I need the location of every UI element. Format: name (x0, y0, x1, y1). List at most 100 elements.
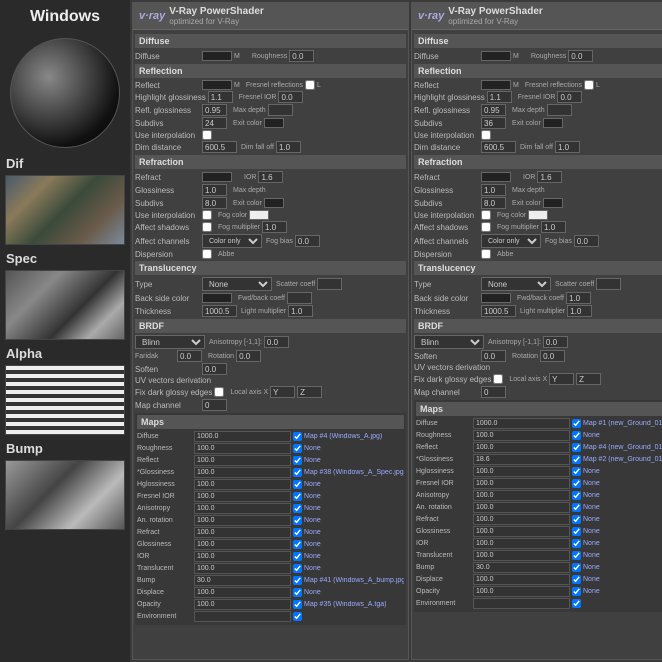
panel2-localaxis-input[interactable] (549, 373, 574, 385)
panel1-soften-input[interactable] (202, 363, 227, 375)
map-val-7[interactable] (194, 515, 291, 526)
panel1-diffuse-swatch[interactable] (202, 51, 232, 61)
panel2-maxdepth-input[interactable] (547, 104, 572, 116)
p2-map-val-2[interactable] (473, 442, 570, 453)
panel2-exitcolor-swatch[interactable] (543, 118, 563, 128)
panel1-roughness-input[interactable] (289, 50, 314, 62)
panel1-fresnel-check[interactable] (305, 80, 315, 90)
map-check-12[interactable] (293, 576, 302, 585)
panel2-fresnelior-input[interactable] (557, 91, 582, 103)
panel2-scattercoeff-input[interactable] (596, 278, 621, 290)
map-check-0[interactable] (293, 432, 302, 441)
map-check-7[interactable] (293, 516, 302, 525)
panel1-brdf-section[interactable]: BRDF (135, 319, 406, 333)
panel2-transtype-select[interactable]: None (481, 277, 551, 291)
panel2-dimdist-input[interactable] (481, 141, 516, 153)
panel1-mapchan-input[interactable] (202, 399, 227, 411)
panel1-lightmult-input[interactable] (288, 305, 313, 317)
panel2-useinterp-check[interactable] (481, 130, 491, 140)
map-val-13[interactable] (194, 587, 291, 598)
panel2-mapchan-input[interactable] (481, 386, 506, 398)
map-val-10[interactable] (194, 551, 291, 562)
panel2-affectshadow-check[interactable] (481, 222, 491, 232)
panel2-roughness-input[interactable] (568, 50, 593, 62)
panel1-reflect-swatch[interactable] (202, 80, 232, 90)
p2-map-check-9[interactable] (572, 527, 581, 536)
panel1-ior-input[interactable] (258, 171, 283, 183)
p2-map-val-9[interactable] (473, 526, 570, 537)
map-val-12[interactable] (194, 575, 291, 586)
p2-map-val-3[interactable] (473, 454, 570, 465)
panel1-reflgloss-input[interactable] (202, 104, 227, 116)
map-check-3[interactable] (293, 468, 302, 477)
panel1-refractsubdivs-input[interactable] (202, 197, 227, 209)
panel1-affectchan-select[interactable]: Color only (202, 234, 262, 248)
map-check-14[interactable] (293, 600, 302, 609)
panel1-fixedges-check[interactable] (214, 387, 224, 397)
panel1-fogcolor-swatch[interactable] (249, 210, 269, 220)
map-val-15[interactable] (194, 611, 291, 622)
panel1-fogmult-input[interactable] (262, 221, 287, 233)
panel2-diffuse-section[interactable]: Diffuse (414, 34, 662, 48)
panel2-fogcolor-swatch[interactable] (528, 210, 548, 220)
panel2-hlgloss-input[interactable] (487, 91, 512, 103)
panel1-body[interactable]: Diffuse Diffuse M Roughness Reflection R… (133, 30, 408, 659)
panel1-useinterp-check[interactable] (202, 130, 212, 140)
panel1-brdftype-select[interactable]: Blinn (135, 335, 205, 349)
map-val-0[interactable] (194, 431, 291, 442)
panel2-refractgloss-input[interactable] (481, 184, 506, 196)
panel2-refract-swatch[interactable] (481, 172, 511, 182)
p2-map-val-6[interactable] (473, 490, 570, 501)
panel1-reflection-section[interactable]: Reflection (135, 64, 406, 78)
map-val-14[interactable] (194, 599, 291, 610)
p2-map-val-4[interactable] (473, 466, 570, 477)
panel2-refractuseinterp-check[interactable] (481, 210, 491, 220)
panel2-maps-header[interactable]: Maps (416, 402, 662, 416)
map-val-9[interactable] (194, 539, 291, 550)
panel1-refractuseinterp-check[interactable] (202, 210, 212, 220)
map-check-4[interactable] (293, 480, 302, 489)
p2-map-val-11[interactable] (473, 550, 570, 561)
map-check-1[interactable] (293, 444, 302, 453)
map-check-6[interactable] (293, 504, 302, 513)
p2-map-check-4[interactable] (572, 467, 581, 476)
panel2-rotation-input[interactable] (540, 350, 565, 362)
panel1-localaxis-input[interactable] (270, 386, 295, 398)
panel2-subdivs-input[interactable] (481, 117, 506, 129)
p2-map-check-14[interactable] (572, 587, 581, 596)
map-val-2[interactable] (194, 455, 291, 466)
panel2-anisotropy-input[interactable] (543, 336, 568, 348)
panel1-refractgloss-input[interactable] (202, 184, 227, 196)
map-val-6[interactable] (194, 503, 291, 514)
p2-map-val-8[interactable] (473, 514, 570, 525)
panel1-transtype-select[interactable]: None (202, 277, 272, 291)
p2-map-val-10[interactable] (473, 538, 570, 549)
panel1-diffuse-section[interactable]: Diffuse (135, 34, 406, 48)
p2-map-check-2[interactable] (572, 443, 581, 452)
p2-map-val-0[interactable] (473, 418, 570, 429)
p2-map-check-6[interactable] (572, 491, 581, 500)
p2-map-check-8[interactable] (572, 515, 581, 524)
panel1-fresnelior-input[interactable] (278, 91, 303, 103)
panel2-translucency-section[interactable]: Translucency (414, 261, 662, 275)
map-check-15[interactable] (293, 612, 302, 621)
panel1-maxdepth-input[interactable] (268, 104, 293, 116)
map-val-8[interactable] (194, 527, 291, 538)
p2-map-check-3[interactable] (572, 455, 581, 464)
panel1-refractexitcolor-swatch[interactable] (264, 198, 284, 208)
panel1-anisotropy-input[interactable] (264, 336, 289, 348)
panel2-fresnel-check[interactable] (584, 80, 594, 90)
panel2-fixedges-check[interactable] (493, 374, 503, 384)
map-val-5[interactable] (194, 491, 291, 502)
panel1-refract-swatch[interactable] (202, 172, 232, 182)
p2-map-val-14[interactable] (473, 586, 570, 597)
p2-map-val-15[interactable] (473, 598, 570, 609)
panel1-fwdback-input[interactable] (287, 292, 312, 304)
panel1-scattercoeff-input[interactable] (317, 278, 342, 290)
panel2-backside-swatch[interactable] (481, 293, 511, 303)
panel2-brdf-section[interactable]: BRDF (414, 319, 662, 333)
panel1-refraction-section[interactable]: Refraction (135, 155, 406, 169)
map-check-13[interactable] (293, 588, 302, 597)
p2-map-val-12[interactable] (473, 562, 570, 573)
panel1-hlgloss-input[interactable] (208, 91, 233, 103)
